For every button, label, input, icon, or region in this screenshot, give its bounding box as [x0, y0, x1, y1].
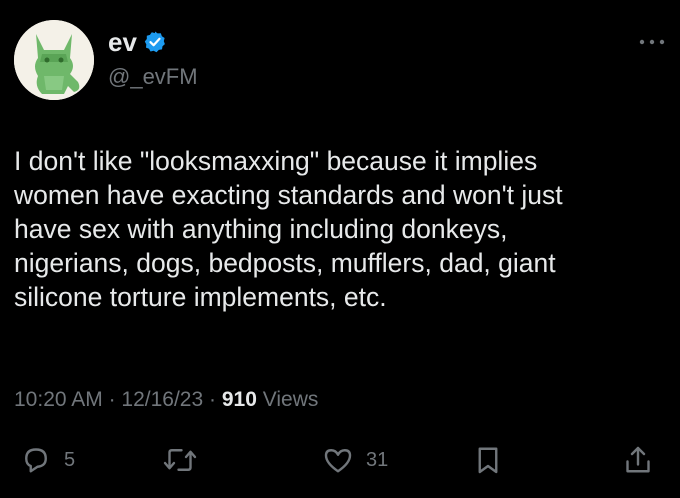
bookmark-button[interactable]	[470, 440, 506, 480]
views-label: Views	[262, 388, 319, 411]
reply-count: 5	[64, 448, 76, 471]
tweet-time[interactable]: 10:20 AM	[14, 388, 103, 411]
meta-separator: ·	[108, 388, 116, 411]
repost-button[interactable]	[160, 440, 210, 480]
reply-icon	[25, 448, 47, 473]
like-button[interactable]: 31	[320, 440, 388, 480]
views-count: 910	[221, 388, 257, 411]
bookmark-icon	[478, 447, 498, 474]
repost-icon	[163, 449, 197, 471]
reply-button[interactable]: 5	[18, 440, 75, 480]
like-count: 31	[366, 448, 389, 471]
display-name[interactable]: ev	[108, 29, 137, 55]
meta-separator: ·	[209, 388, 217, 411]
more-icon[interactable]	[638, 34, 666, 45]
tweet-date[interactable]: 12/16/23	[121, 388, 203, 411]
share-button[interactable]	[620, 440, 656, 480]
user-name-row: ev	[108, 29, 167, 55]
avatar[interactable]	[14, 20, 94, 100]
user-handle[interactable]: @_evFM	[108, 64, 198, 90]
share-icon	[626, 446, 650, 473]
tweet-text: I don't like "looksmaxxing" because it i…	[14, 146, 563, 312]
like-icon	[324, 449, 352, 473]
verified-icon	[143, 30, 167, 54]
action-bar: 5 31	[0, 440, 680, 480]
tweet-meta: 10:20 AM · 12/16/23 · 910 Views	[14, 388, 318, 412]
